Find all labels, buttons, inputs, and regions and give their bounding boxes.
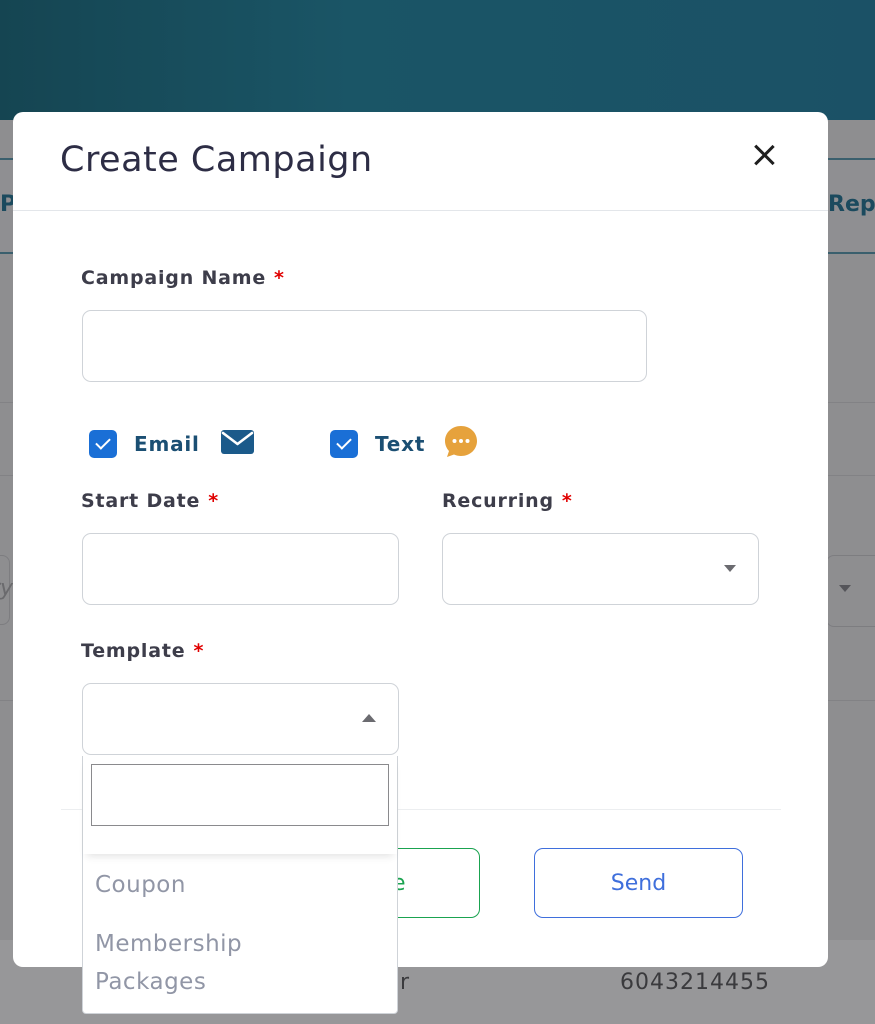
chevron-down-icon [839,585,851,592]
text-checkbox-label: Text [375,432,426,456]
required-marker: * [208,490,219,512]
chat-bubble-icon [445,426,477,457]
template-select[interactable] [82,683,399,755]
dropdown-search-container [83,756,397,854]
modal-header-divider [13,210,828,211]
modal-title: Create Campaign [60,140,373,180]
start-date-label: Start Date * [81,490,219,512]
bg-filter-placeholder: ry [0,576,14,601]
campaign-name-input[interactable] [82,310,647,382]
bg-filter-input: ry [0,555,14,625]
text-checkbox[interactable] [330,430,358,458]
recurring-label-text: Recurring [442,490,554,512]
nav-tab-reports: Rep [828,192,875,217]
start-date-label-text: Start Date [81,490,201,512]
template-dropdown: Coupon Membership Packages [82,756,398,1014]
chevron-down-icon [724,565,736,572]
required-marker: * [193,640,205,662]
template-label-text: Template [81,640,186,662]
required-marker: * [274,267,285,289]
recurring-select[interactable] [442,533,759,605]
app-header [0,0,875,120]
template-label: Template * [81,640,204,662]
email-checkbox-label: Email [134,432,200,456]
bg-filter-select [826,555,875,627]
template-option-coupon[interactable]: Coupon [95,866,186,904]
start-date-input[interactable] [82,533,399,605]
send-button[interactable]: Send [534,848,743,918]
close-icon[interactable] [749,140,779,170]
recurring-label: Recurring * [442,490,573,512]
campaign-name-label: Campaign Name * [81,267,285,289]
chevron-up-icon [362,714,376,722]
template-search-input[interactable] [91,764,389,826]
template-option-membership-packages[interactable]: Membership Packages [95,925,355,1001]
email-checkbox[interactable] [89,430,117,458]
bg-phone-cell: 6043214455 [620,970,770,995]
mail-icon [221,430,254,454]
required-marker: * [561,490,573,512]
bg-table-cell: r [400,970,410,995]
campaign-name-label-text: Campaign Name [81,267,267,289]
